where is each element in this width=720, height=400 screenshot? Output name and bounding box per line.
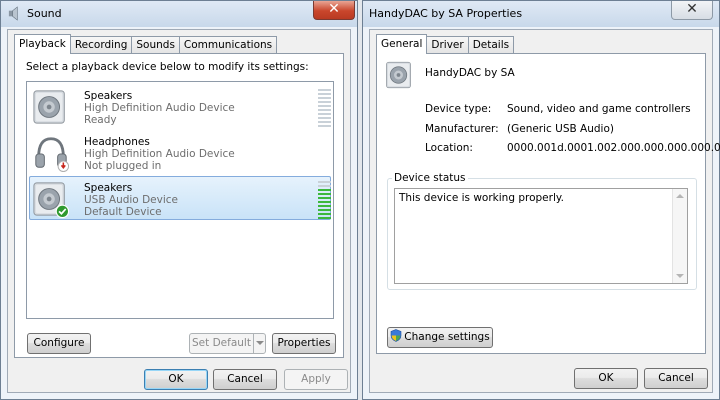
title-bar: Sound ✕	[1, 1, 357, 27]
device-type-value: Sound, video and game controllers	[507, 103, 691, 115]
device-status-label: Device status	[392, 172, 468, 184]
location-value: 0000.001d.0001.002.000.000.000.000.000	[507, 142, 720, 154]
speaker-icon	[386, 61, 411, 89]
tab-strip: General Driver Details	[376, 34, 515, 54]
device-description: High Definition Audio Device	[84, 102, 235, 114]
device-description: High Definition Audio Device	[84, 148, 235, 160]
device-item-speakers-hd[interactable]: Speakers High Definition Audio Device Re…	[29, 84, 331, 128]
shield-icon	[390, 329, 402, 342]
change-settings-button[interactable]: Change settings	[387, 327, 493, 348]
configure-button[interactable]: Configure	[27, 333, 91, 354]
set-default-dropdown[interactable]	[253, 333, 266, 354]
close-button[interactable]: ✕	[671, 1, 713, 20]
manufacturer-value: (Generic USB Audio)	[507, 123, 614, 135]
speaker-icon	[33, 182, 70, 219]
device-status: Ready	[84, 114, 117, 126]
window-title: Sound	[27, 7, 62, 20]
scrollbar[interactable]	[672, 189, 687, 283]
tab-recording[interactable]: Recording	[69, 36, 133, 54]
speaker-icon	[33, 90, 65, 124]
properties-window: HandyDAC by SA Properties ✕ General Driv…	[362, 0, 720, 400]
device-name: HandyDAC by SA	[425, 67, 515, 79]
window-title: HandyDAC by SA Properties	[369, 7, 523, 20]
location-label: Location:	[425, 142, 473, 154]
change-settings-label: Change settings	[404, 331, 490, 343]
device-status: Default Device	[84, 206, 162, 218]
tab-strip: Playback Recording Sounds Communications	[14, 34, 278, 54]
device-item-headphones[interactable]: Headphones High Definition Audio Device …	[29, 130, 331, 174]
title-bar: HandyDAC by SA Properties ✕	[363, 1, 719, 27]
device-status-box[interactable]: This device is working properly.	[394, 188, 688, 284]
device-list: Speakers High Definition Audio Device Re…	[26, 81, 334, 319]
chevron-down-icon	[255, 341, 264, 345]
tab-communications[interactable]: Communications	[178, 36, 278, 54]
device-status-group: Device status This device is working pro…	[387, 172, 697, 290]
device-status-text: This device is working properly.	[399, 192, 564, 204]
tab-driver[interactable]: Driver	[426, 36, 469, 54]
device-status: Not plugged in	[84, 160, 162, 172]
scroll-up-icon[interactable]	[676, 194, 684, 198]
properties-button[interactable]: Properties	[272, 333, 336, 354]
device-name: Speakers	[84, 182, 133, 194]
apply-button[interactable]: Apply	[284, 369, 348, 390]
device-name: Headphones	[84, 136, 150, 148]
close-button[interactable]: ✕	[313, 1, 355, 20]
instruction-text: Select a playback device below to modify…	[26, 61, 309, 73]
cancel-button[interactable]: Cancel	[644, 368, 708, 389]
volume-meter	[318, 89, 331, 127]
device-type-label: Device type:	[425, 103, 492, 115]
set-default-button[interactable]: Set Default	[189, 333, 254, 354]
ok-button[interactable]: OK	[144, 369, 208, 390]
tab-sounds[interactable]: Sounds	[131, 36, 180, 54]
default-check-icon	[55, 204, 70, 219]
speaker-title-icon	[8, 6, 18, 21]
tab-general[interactable]: General	[376, 34, 428, 54]
device-name: Speakers	[84, 90, 133, 102]
volume-meter	[318, 181, 331, 219]
device-item-speakers-usb[interactable]: Speakers USB Audio Device Default Device	[29, 176, 331, 220]
ok-button[interactable]: OK	[574, 368, 638, 389]
tab-playback[interactable]: Playback	[14, 34, 71, 54]
device-description: USB Audio Device	[84, 194, 178, 206]
headphones-icon	[35, 137, 70, 172]
tab-details[interactable]: Details	[467, 36, 515, 54]
scroll-down-icon[interactable]	[676, 274, 684, 278]
cancel-button[interactable]: Cancel	[213, 369, 277, 390]
manufacturer-label: Manufacturer:	[425, 123, 499, 135]
sound-window: Sound ✕ Playback Recording Sounds Commun…	[0, 0, 358, 400]
